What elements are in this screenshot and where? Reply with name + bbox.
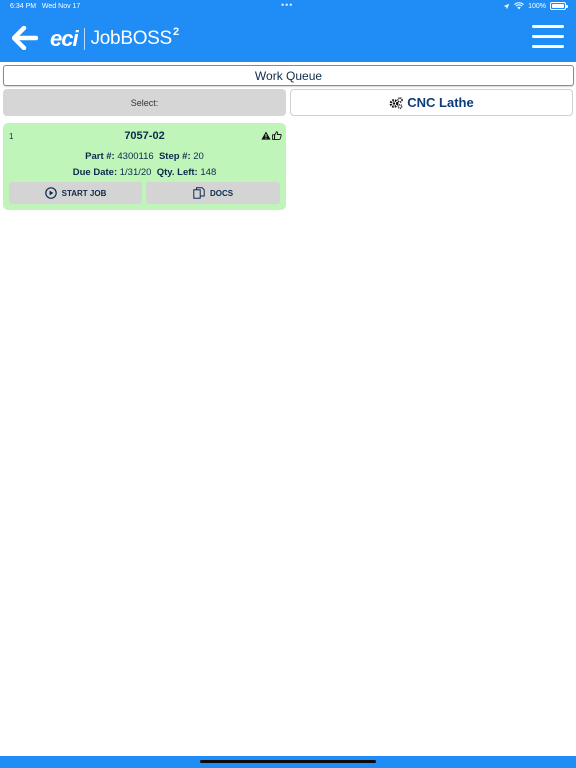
logo-eci-text: eci [50, 26, 79, 51]
status-bar: 6:34 PM Wed Nov 17 ••• 100% [0, 0, 576, 14]
step-label: Step #: [158, 151, 191, 162]
part-value: 4300116 [117, 151, 154, 162]
job-part-step-line: Part #: 4300116 Step #: 20 [3, 151, 286, 162]
due-date-label: Due Date: [72, 167, 118, 178]
status-indicators: 100% [503, 2, 568, 10]
status-date-text: Wed Nov 17 [41, 3, 81, 10]
warning-icon [261, 131, 271, 140]
job-card[interactable]: 1 7057-02 Part #: 4300116 Step #: 20 Due… [3, 123, 286, 210]
status-time-text: 6:34 PM [10, 3, 37, 10]
back-arrow-icon [11, 25, 39, 51]
home-indicator[interactable] [200, 760, 376, 763]
play-circle-icon [44, 187, 57, 199]
multitasking-dots-icon[interactable]: ••• [281, 0, 293, 10]
location-icon [503, 3, 510, 9]
logo-superscript: 2 [172, 26, 180, 38]
wifi-icon [514, 2, 525, 10]
part-label: Part #: [85, 151, 115, 162]
app-screen: 6:34 PM Wed Nov 17 ••• 100% eci JobBOSS 2 [0, 0, 576, 768]
machine-label: CNC Lathe [407, 95, 474, 110]
status-time: 6:34 PM Wed Nov 17 [10, 3, 80, 10]
page-title-bar: Work Queue [3, 65, 574, 86]
start-job-label: START JOB [61, 188, 107, 198]
gears-icon [389, 96, 404, 109]
select-label: Select: [130, 97, 159, 108]
logo-product-text: JobBOSS [90, 28, 173, 49]
page-title: Work Queue [254, 68, 323, 83]
docs-button[interactable]: DOCS [146, 182, 280, 204]
machine-selector[interactable]: CNC Lathe [290, 89, 573, 116]
documents-icon [193, 187, 205, 199]
qty-left-label: Qty. Left: [156, 167, 198, 178]
start-job-button[interactable]: START JOB [9, 182, 142, 204]
battery-icon [550, 2, 568, 10]
eci-jobboss-logo: eci JobBOSS 2 [50, 26, 179, 52]
job-due-qty-line: Due Date: 1/31/20 Qty. Left: 148 [3, 167, 286, 178]
job-status-icons [261, 131, 282, 140]
logo-divider [83, 28, 85, 50]
select-button[interactable]: Select: [3, 89, 286, 116]
docs-label: DOCS [209, 188, 234, 198]
job-number: 7057-02 [124, 130, 165, 142]
back-button[interactable] [11, 25, 39, 51]
thumbs-up-icon [272, 131, 282, 140]
battery-percent: 100% [528, 2, 546, 10]
app-header: 6:34 PM Wed Nov 17 ••• 100% eci JobBOSS 2 [0, 0, 576, 62]
qty-left-value: 148 [200, 167, 217, 178]
step-value: 20 [193, 151, 204, 162]
due-date-value: 1/31/20 [119, 167, 152, 178]
hamburger-menu-icon[interactable] [532, 25, 564, 49]
